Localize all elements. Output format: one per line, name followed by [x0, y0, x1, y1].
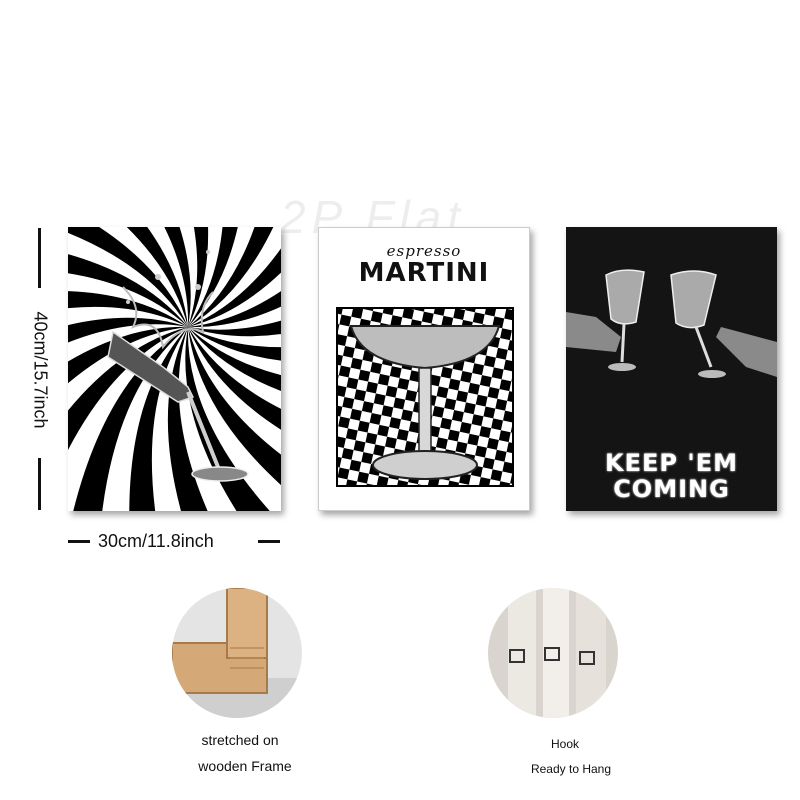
hand-right-icon [716, 327, 777, 377]
frame-caption-line1: stretched on [201, 732, 279, 748]
height-marker-top [38, 228, 41, 288]
coming-line: COMING [613, 475, 730, 503]
height-marker-bottom [38, 458, 41, 510]
hook-photo [488, 588, 618, 718]
swirl-martini-print [68, 227, 281, 511]
espresso-martini-print: espresso MARTINI [318, 227, 530, 511]
height-label: 40cm/15.7inch [30, 311, 51, 429]
ready-to-hang-caption: Ready to Hang [530, 762, 612, 776]
checker-artwork [336, 307, 514, 487]
swirl-artwork [68, 227, 281, 511]
wooden-frame-photo [172, 588, 302, 718]
width-marker-right [258, 540, 280, 543]
hook-caption: Hook [550, 737, 579, 751]
keep-em-coming-print: KEEP 'EM COMING [566, 227, 777, 511]
keep-em-line: KEEP 'EM [605, 449, 738, 477]
width-marker-left [68, 540, 90, 543]
wine-glass-right-icon [670, 270, 726, 378]
frame-caption-line2: wooden Frame [198, 758, 292, 774]
wine-glass-left-icon [605, 269, 645, 371]
width-label: 30cm/11.8inch [98, 531, 214, 551]
